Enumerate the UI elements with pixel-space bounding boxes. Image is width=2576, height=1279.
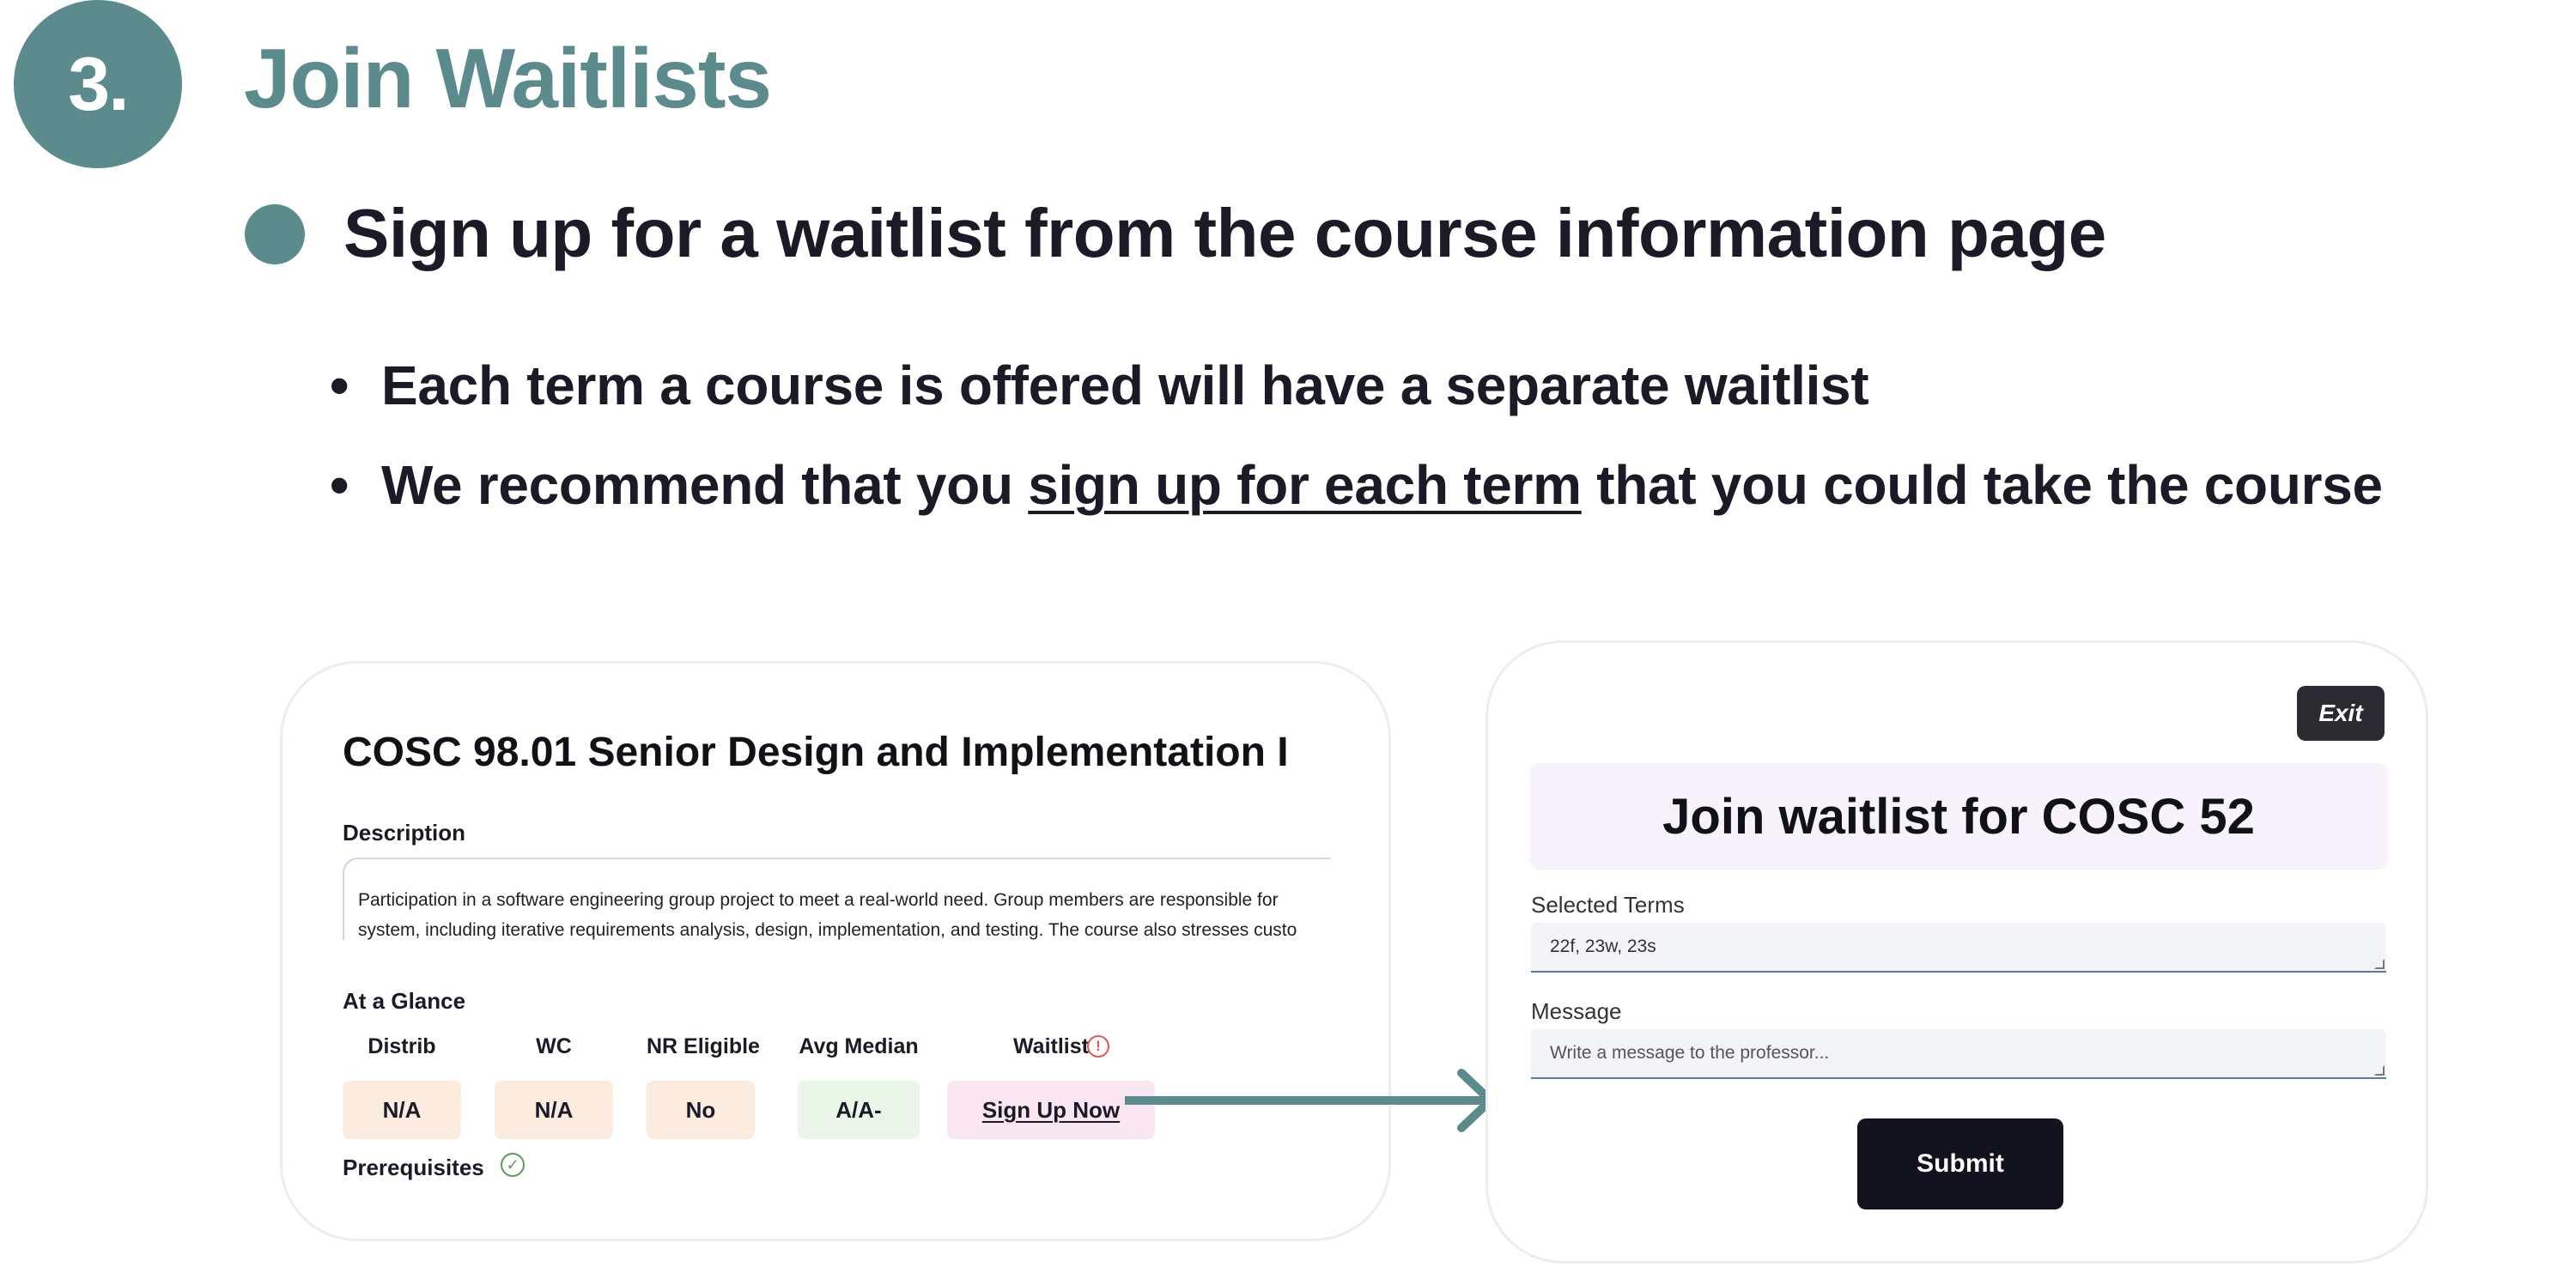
sub-bullet-2-after: that you could take the course: [1581, 454, 2383, 516]
at-a-glance-label: At a Glance: [343, 988, 466, 1014]
selected-terms-value: 22f, 23w, 23s: [1550, 937, 1656, 956]
selected-terms-field[interactable]: 22f, 23w, 23s: [1531, 923, 2386, 973]
description-line: system, including iterative requirements…: [358, 920, 1297, 940]
step-number: 3.: [68, 41, 129, 126]
step-number-badge: 3.: [14, 0, 182, 168]
submit-button[interactable]: Submit: [1857, 1118, 2063, 1209]
glance-nr-eligible: NR Eligible No: [647, 1034, 760, 1139]
message-label: Message: [1531, 998, 1622, 1024]
bullet-dot: •: [330, 454, 349, 516]
bullet-dot: •: [330, 355, 349, 416]
glance-wc: WC N/A: [495, 1034, 613, 1139]
description-label: Description: [343, 820, 466, 846]
glance-avg-median: Avg Median A/A-: [798, 1034, 920, 1139]
main-point: Sign up for a waitlist from the course i…: [343, 195, 2106, 271]
sub-bullet-2-before: We recommend that you: [381, 454, 1029, 516]
glance-header: NR Eligible: [647, 1034, 760, 1058]
sub-bullet-2: • We recommend that you sign up for each …: [330, 453, 2383, 517]
course-title: COSC 98.01 Senior Design and Implementat…: [343, 730, 1289, 775]
glance-header: WC: [536, 1034, 572, 1058]
check-circle-icon: ✓: [501, 1153, 525, 1177]
glance-distrib: Distrib N/A: [343, 1034, 461, 1139]
glance-value: N/A: [343, 1081, 461, 1139]
glance-value: N/A: [495, 1081, 613, 1139]
glance-header: Avg Median: [799, 1034, 919, 1058]
waitlist-form-card: Exit Join waitlist for COSC 52 Selected …: [1485, 640, 2428, 1264]
glance-waitlist: Waitlist Sign Up Now: [947, 1034, 1155, 1139]
prerequisites-label: Prerequisites: [343, 1155, 484, 1180]
waitlist-form-header: Join waitlist for COSC 52: [1529, 763, 2388, 870]
message-placeholder: Write a message to the professor...: [1550, 1043, 1830, 1063]
arrow-right-icon: [1125, 1069, 1495, 1132]
sign-up-now-label: Sign Up Now: [981, 1096, 1121, 1123]
description-line: Participation in a software engineering …: [358, 890, 1279, 910]
resize-handle-icon[interactable]: [2374, 959, 2385, 969]
glance-header: Distrib: [368, 1034, 436, 1058]
description-box[interactable]: Participation in a software engineering …: [343, 858, 1330, 940]
exit-button[interactable]: Exit: [2297, 686, 2385, 741]
sub-bullet-1: • Each term a course is offered will have…: [330, 354, 1869, 417]
sign-up-now-button[interactable]: Sign Up Now: [947, 1081, 1155, 1139]
sub-bullet-1-text: Each term a course is offered will have …: [381, 355, 1869, 416]
page-title: Join Waitlists: [244, 31, 772, 125]
selected-terms-label: Selected Terms: [1531, 892, 1685, 918]
message-field[interactable]: Write a message to the professor...: [1531, 1029, 2386, 1079]
sub-bullet-2-underlined: sign up for each term: [1028, 454, 1582, 516]
glance-value: No: [647, 1081, 755, 1139]
main-bullet-dot: [245, 204, 305, 264]
glance-value: A/A-: [798, 1081, 920, 1139]
resize-handle-icon[interactable]: [2374, 1065, 2385, 1076]
course-info-card: COSC 98.01 Senior Design and Implementat…: [280, 661, 1391, 1241]
alert-circle-icon: !: [1087, 1035, 1109, 1058]
glance-header: Waitlist: [1013, 1034, 1089, 1058]
